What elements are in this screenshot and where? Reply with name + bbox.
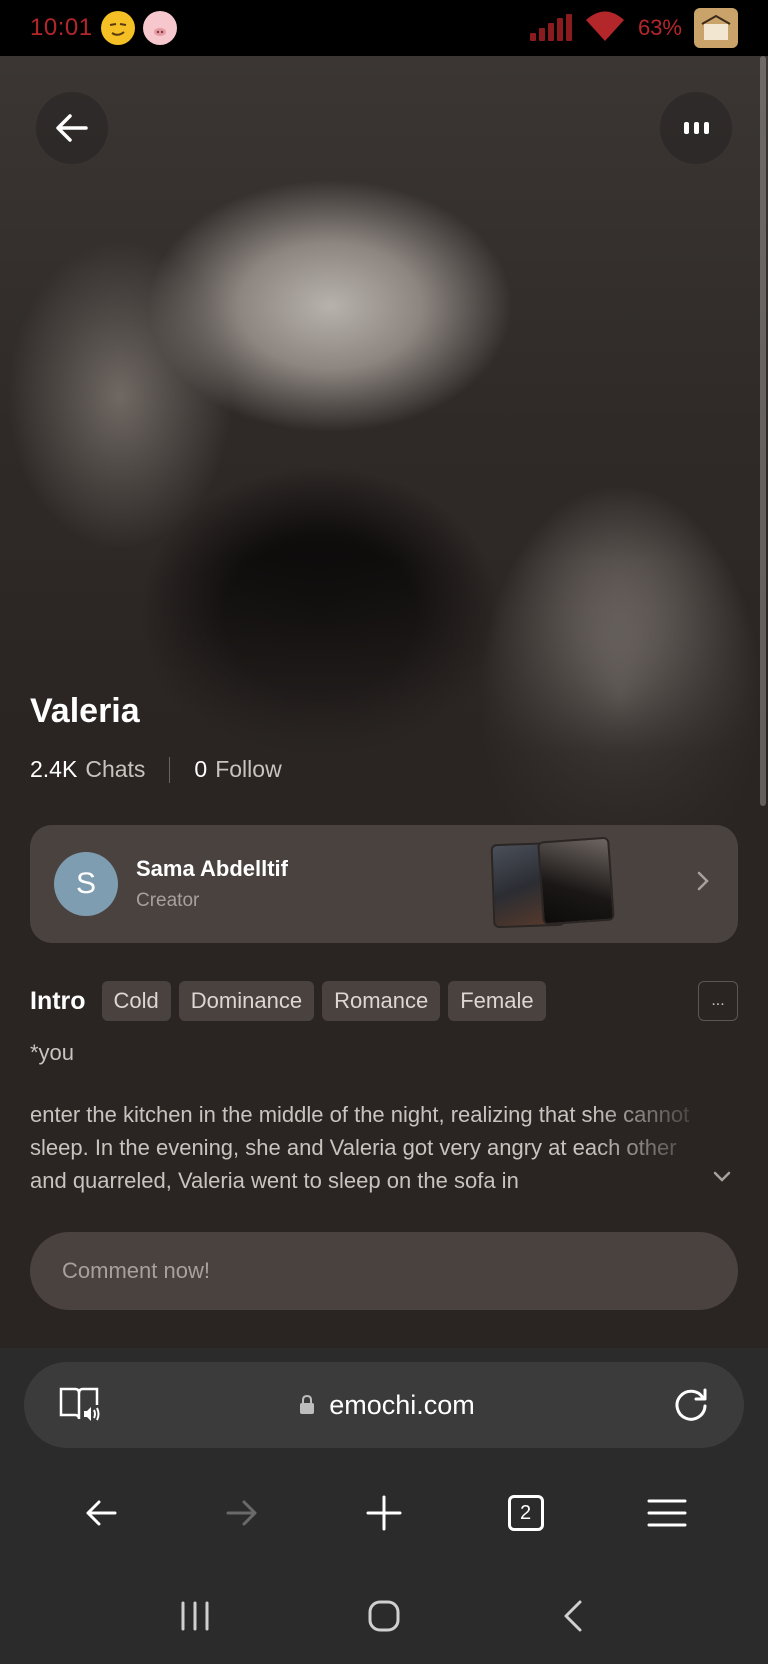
intro-label: Intro xyxy=(30,986,86,1015)
recent-apps-button[interactable] xyxy=(155,1576,235,1656)
reload-icon[interactable] xyxy=(672,1386,710,1424)
more-tags-button[interactable]: ... xyxy=(698,981,738,1021)
follow-label: Follow xyxy=(215,756,282,782)
tag-dominance[interactable]: Dominance xyxy=(178,981,315,1021)
recent-apps-icon xyxy=(181,1601,209,1631)
url-text: emochi.com xyxy=(329,1389,475,1420)
hamburger-menu-icon xyxy=(647,1499,687,1527)
follow-count: 0 xyxy=(194,756,208,782)
scrollbar[interactable] xyxy=(760,56,766,806)
tag-cold[interactable]: Cold xyxy=(101,981,171,1021)
chevron-right-icon xyxy=(697,871,709,891)
plus-icon xyxy=(366,1495,402,1531)
chevron-down-icon[interactable] xyxy=(712,1170,732,1184)
chats-count: 2.4K xyxy=(30,756,78,782)
stat-divider xyxy=(169,756,171,783)
thumbnail-image xyxy=(537,836,615,926)
intro-description: *you enter the kitchen in the middle of … xyxy=(30,1036,690,1197)
home-button[interactable] xyxy=(344,1576,424,1656)
home-icon xyxy=(368,1600,400,1632)
status-right: 63% xyxy=(529,8,738,48)
emoji-face-icon xyxy=(100,11,135,45)
browser-nav-bar: 2 xyxy=(0,1468,768,1558)
more-dots-icon xyxy=(683,122,709,134)
arrow-left-icon xyxy=(56,114,88,142)
character-name: Valeria xyxy=(30,692,140,730)
reader-mode-icon[interactable] xyxy=(58,1385,102,1425)
signal-icon xyxy=(529,14,572,41)
tag-romance[interactable]: Romance xyxy=(322,981,441,1021)
battery-percent: 63% xyxy=(637,15,682,40)
lock-icon xyxy=(300,1395,315,1414)
browser-forward-button[interactable] xyxy=(202,1473,282,1553)
comment-input[interactable]: Comment now! xyxy=(30,1232,738,1310)
back-button[interactable] xyxy=(36,92,108,164)
app-icon xyxy=(694,8,738,48)
status-bar: 10:01 63% xyxy=(0,0,768,56)
status-time: 10:01 xyxy=(30,14,93,41)
more-options-button[interactable] xyxy=(660,92,732,164)
creator-thumbnails xyxy=(490,836,622,931)
wifi-icon xyxy=(584,9,626,48)
app-screen: 10:01 63% Valeria 2.4K Chats 0 Follow S … xyxy=(0,0,768,1664)
creator-role: Creator xyxy=(136,890,200,911)
pig-icon xyxy=(142,11,177,45)
creator-name: Sama Abdelltif xyxy=(136,856,288,881)
browser-back-button[interactable] xyxy=(61,1473,141,1553)
creator-card[interactable]: S Sama Abdelltif Creator xyxy=(30,825,738,943)
arrow-left-icon xyxy=(86,1500,117,1526)
chevron-left-icon xyxy=(564,1600,582,1632)
tab-count: 2 xyxy=(507,1495,544,1531)
intro-line: *you xyxy=(30,1040,75,1065)
browser-toolbar: emochi.com 2 xyxy=(0,1348,768,1664)
url-display: emochi.com xyxy=(102,1390,672,1421)
chats-label: Chats xyxy=(85,756,146,782)
creator-avatar: S xyxy=(54,852,118,916)
intro-body: enter the kitchen in the middle of the n… xyxy=(30,1102,690,1193)
tag-female[interactable]: Female xyxy=(448,981,546,1021)
system-nav-bar xyxy=(0,1568,768,1664)
new-tab-button[interactable] xyxy=(344,1473,424,1553)
creator-info: Sama Abdelltif Creator xyxy=(136,856,288,912)
address-bar[interactable]: emochi.com xyxy=(24,1362,744,1448)
intro-header: Intro Cold Dominance Romance Female ... xyxy=(30,980,738,1022)
arrow-right-icon xyxy=(226,1500,257,1526)
tabs-button[interactable]: 2 xyxy=(486,1473,566,1553)
system-back-button[interactable] xyxy=(533,1576,613,1656)
character-stats: 2.4K Chats 0 Follow xyxy=(30,756,282,783)
menu-button[interactable] xyxy=(627,1473,707,1553)
